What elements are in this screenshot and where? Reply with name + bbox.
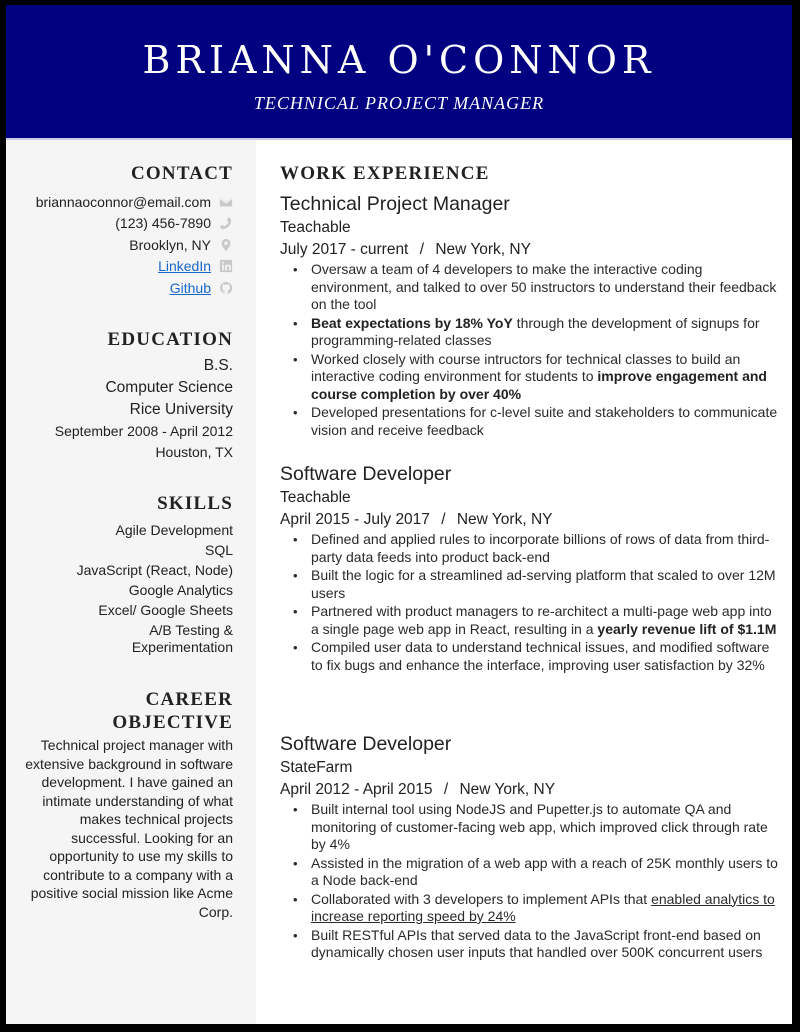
bullet-text: Collaborated with 3 developers to implem… bbox=[311, 890, 652, 907]
skill-item: SQL bbox=[204, 542, 233, 558]
candidate-name: BRIANNA O'CONNOR bbox=[142, 38, 656, 82]
phone-icon bbox=[219, 216, 233, 230]
job-location: New York, NY bbox=[456, 511, 553, 528]
job-bullet: Built internal tool using NodeJS and Pup… bbox=[293, 801, 780, 854]
phone-text: (123) 456-7890 bbox=[115, 215, 211, 232]
skills-section: SKILLS Agile Development SQL JavaScript … bbox=[18, 492, 233, 656]
education-section: EDUCATION B.S. Computer Science Rice Uni… bbox=[18, 328, 233, 463]
contact-heading: CONTACT bbox=[131, 163, 233, 184]
job-meta: April 2015 - July 2017 / New York, NY bbox=[280, 509, 780, 531]
job-title: Software Developer bbox=[280, 463, 452, 485]
contact-email: briannaoconnor@email.com bbox=[18, 191, 233, 213]
skill-item: Excel/ Google Sheets bbox=[98, 602, 233, 618]
map-pin-icon bbox=[219, 238, 233, 252]
career-objective-section: CAREER OBJECTIVE Technical project manag… bbox=[18, 688, 233, 921]
bullet-text: Developed presentations for c-level suit… bbox=[311, 404, 778, 438]
job-bullet: Beat expectations by 18% YoY through the… bbox=[293, 314, 780, 350]
github-icon bbox=[219, 281, 233, 295]
education-heading: EDUCATION bbox=[107, 329, 233, 350]
contact-section: CONTACT briannaoconnor@email.com (123) 4… bbox=[18, 162, 233, 299]
candidate-role: TECHNICAL PROJECT MANAGER bbox=[253, 93, 545, 113]
resume-header: BRIANNA O'CONNOR TECHNICAL PROJECT MANAG… bbox=[6, 5, 792, 138]
skill-item: Agile Development bbox=[115, 522, 233, 538]
skill-item: Experimentation bbox=[131, 639, 233, 655]
job-bullet: Developed presentations for c-level suit… bbox=[293, 404, 780, 439]
job-separator: / bbox=[441, 511, 446, 528]
job-bullet: Partnered with product managers to re-ar… bbox=[293, 603, 780, 638]
job-bullets: Defined and applied rules to incorporate… bbox=[280, 531, 780, 674]
job-bullets: Built internal tool using NodeJS and Pup… bbox=[280, 801, 780, 962]
linkedin-link[interactable]: LinkedIn bbox=[158, 258, 211, 274]
bullet-text: Assisted in the migration of a web app w… bbox=[311, 854, 778, 889]
job-bullet: Assisted in the migration of a web app w… bbox=[293, 854, 780, 890]
location-text: Brooklyn, NY bbox=[129, 236, 211, 253]
objective-text: Technical project manager with extensive… bbox=[25, 737, 233, 920]
job-dates: July 2017 - current bbox=[280, 241, 409, 258]
education-location: Houston, TX bbox=[155, 444, 233, 460]
job-meta: July 2017 - current / New York, NY bbox=[280, 239, 780, 261]
bullet-text: Built RESTful APIs that served data to t… bbox=[311, 926, 763, 961]
envelope-icon bbox=[219, 195, 233, 209]
contact-linkedin: LinkedIn bbox=[18, 256, 233, 278]
job-title: Technical Project Manager bbox=[280, 193, 510, 215]
job-location: New York, NY bbox=[459, 781, 556, 798]
github-link[interactable]: Github bbox=[170, 280, 211, 296]
resume-page: BRIANNA O'CONNOR TECHNICAL PROJECT MANAG… bbox=[6, 5, 792, 1024]
job-dates: April 2012 - April 2015 bbox=[280, 781, 433, 798]
email-text: briannaoconnor@email.com bbox=[35, 193, 211, 210]
job-bullet: Defined and applied rules to incorporate… bbox=[293, 531, 780, 566]
job-bullets: Oversaw a team of 4 developers to make t… bbox=[280, 261, 780, 439]
bullet-text: Compiled user data to understand technic… bbox=[311, 639, 770, 673]
skill-item: JavaScript (React, Node) bbox=[76, 562, 233, 578]
bullet-text: Built the logic for a streamlined ad-ser… bbox=[311, 567, 776, 601]
skill-item: A/B Testing & bbox=[149, 622, 233, 638]
job-meta: April 2012 - April 2015 / New York, NY bbox=[280, 779, 780, 801]
sidebar: CONTACT briannaoconnor@email.com (123) 4… bbox=[6, 140, 256, 1024]
linkedin-icon bbox=[219, 259, 233, 273]
objective-heading-line2: OBJECTIVE bbox=[112, 712, 233, 733]
education-school: Rice University bbox=[129, 401, 233, 418]
job-entry: Software Developer Teachable April 2015 … bbox=[280, 462, 780, 675]
job-entry: Technical Project Manager Teachable July… bbox=[280, 192, 780, 440]
skills-heading: SKILLS bbox=[157, 493, 233, 514]
job-company: Teachable bbox=[280, 489, 351, 506]
bullet-highlight: Beat expectations by 18% YoY bbox=[311, 314, 513, 331]
objective-heading-line1: CAREER bbox=[145, 689, 233, 710]
job-company: Teachable bbox=[280, 219, 351, 236]
job-bullet: Worked closely with course intructors fo… bbox=[293, 351, 780, 404]
contact-github: Github bbox=[18, 277, 233, 299]
job-dates: April 2015 - July 2017 bbox=[280, 511, 430, 528]
bullet-text: Oversaw a team of 4 developers to make t… bbox=[311, 261, 777, 312]
job-bullet: Collaborated with 3 developers to implem… bbox=[293, 890, 780, 926]
job-bullet: Oversaw a team of 4 developers to make t… bbox=[293, 261, 780, 314]
education-field: Computer Science bbox=[105, 379, 233, 396]
bullet-text: Built internal tool using NodeJS and Pup… bbox=[311, 801, 768, 852]
job-entry: Software Developer StateFarm April 2012 … bbox=[280, 732, 780, 963]
education-dates: September 2008 - April 2012 bbox=[54, 423, 233, 439]
education-degree: B.S. bbox=[203, 357, 233, 374]
job-separator: / bbox=[419, 241, 424, 258]
skill-item: Google Analytics bbox=[128, 582, 233, 598]
job-location: New York, NY bbox=[435, 241, 531, 258]
job-company: StateFarm bbox=[280, 759, 353, 776]
work-experience-heading: WORK EXPERIENCE bbox=[280, 163, 490, 184]
job-bullet: Built the logic for a streamlined ad-ser… bbox=[293, 567, 780, 602]
job-bullet: Compiled user data to understand technic… bbox=[293, 639, 780, 674]
job-title: Software Developer bbox=[280, 733, 452, 755]
bullet-text: Defined and applied rules to incorporate… bbox=[311, 531, 770, 565]
job-bullet: Built RESTful APIs that served data to t… bbox=[293, 926, 780, 962]
job-separator: / bbox=[443, 781, 449, 798]
contact-location: Brooklyn, NY bbox=[18, 234, 233, 256]
contact-phone: (123) 456-7890 bbox=[18, 213, 233, 235]
bullet-highlight: yearly revenue lift of $1.1M bbox=[597, 620, 777, 637]
